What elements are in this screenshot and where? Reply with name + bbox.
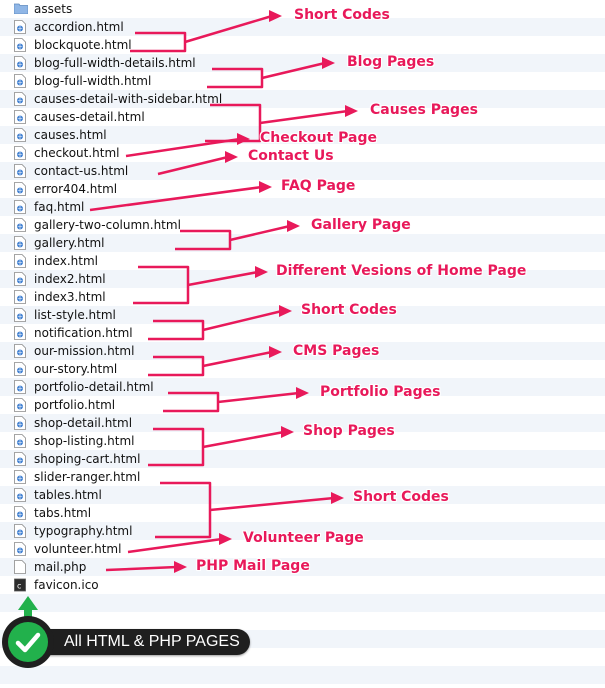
arrowhead: [287, 220, 300, 232]
badge-text: All HTML & PHP PAGES: [64, 633, 240, 650]
annotation-arrow: [105, 565, 178, 572]
annotation-label: Blog Pages: [347, 54, 435, 70]
annotation-arrow: [157, 155, 229, 176]
annotation-label: Causes Pages: [370, 102, 478, 118]
group-bracket: [175, 229, 232, 251]
check-icon: [15, 632, 41, 653]
annotation-label: CMS Pages: [293, 343, 380, 359]
arrowhead: [322, 57, 335, 69]
group-bracket: [133, 265, 190, 305]
pages-badge: All HTML & PHP PAGES: [0, 596, 260, 688]
annotation-arrow: [229, 224, 291, 242]
annotation-arrow: [127, 537, 223, 554]
arrowhead: [331, 492, 344, 504]
annotation-label: Volunteer Page: [243, 530, 364, 546]
arrowhead: [296, 387, 309, 399]
arrowhead: [174, 561, 187, 573]
annotation-arrow: [261, 61, 326, 80]
group-bracket: [163, 391, 220, 413]
group-bracket: [148, 355, 205, 377]
annotation-arrow: [187, 270, 259, 287]
annotation-label: Contact Us: [248, 148, 334, 164]
annotation-arrow: [209, 496, 335, 512]
group-bracket: [207, 67, 264, 89]
annotation-label: Different Vesions of Home Page: [276, 263, 527, 279]
annotation-label: FAQ Page: [281, 178, 356, 194]
annotation-label: Shop Pages: [303, 423, 395, 439]
annotation-arrow: [202, 430, 285, 449]
annotation-label: Gallery Page: [311, 217, 411, 233]
annotation-label: Checkout Page: [260, 130, 377, 146]
group-bracket: [155, 481, 212, 539]
arrowhead: [219, 533, 232, 545]
arrowhead: [237, 133, 250, 145]
arrow-up-icon: [18, 596, 38, 618]
annotation-arrow: [202, 309, 283, 332]
arrowhead: [259, 181, 272, 193]
annotation-arrow: [217, 391, 300, 404]
annotation-arrow: [125, 137, 241, 158]
group-bracket: [130, 31, 187, 53]
annotation-arrow: [89, 185, 263, 212]
arrowhead: [269, 10, 282, 22]
annotation-label: Short Codes: [353, 489, 449, 505]
arrowhead: [279, 305, 292, 317]
annotation-label: Short Codes: [294, 7, 390, 23]
annotation-arrow: [259, 109, 349, 125]
annotation-label: Short Codes: [301, 302, 397, 318]
arrowhead: [269, 346, 282, 358]
group-bracket: [148, 319, 205, 341]
group-bracket: [148, 427, 205, 467]
annotation-arrow: [202, 350, 273, 368]
arrowhead: [345, 105, 358, 117]
arrowhead: [255, 266, 268, 278]
annotation-label: PHP Mail Page: [196, 558, 310, 574]
annotation-arrow: [184, 14, 273, 44]
arrowhead: [281, 426, 294, 438]
arrowhead: [225, 151, 238, 163]
badge-circle: [2, 616, 54, 668]
group-bracket: [205, 103, 262, 143]
annotation-label: Portfolio Pages: [320, 384, 441, 400]
